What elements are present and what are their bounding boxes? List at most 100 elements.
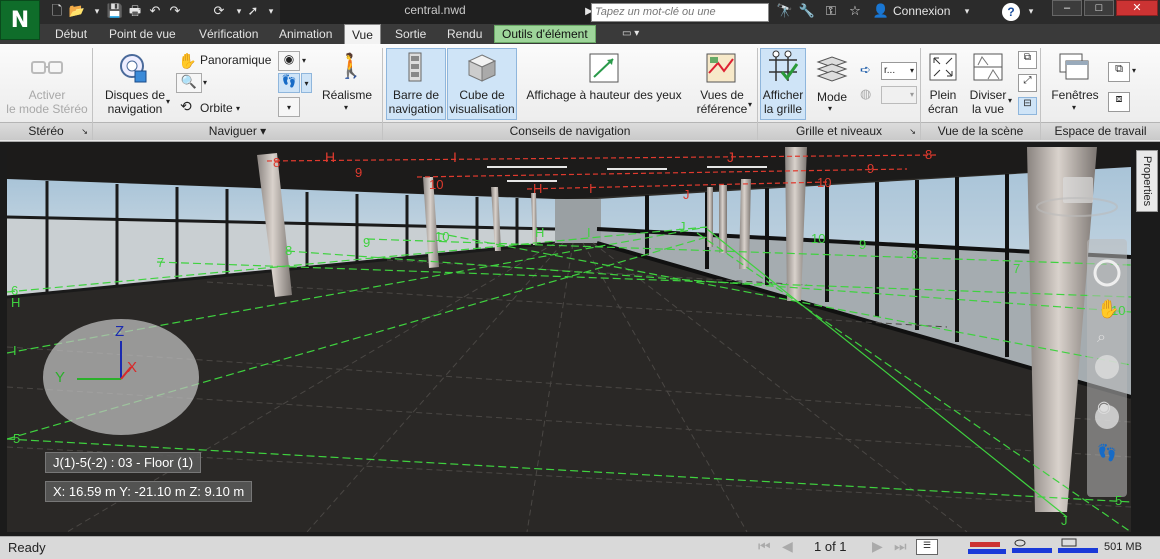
select-cursor-icon[interactable]: ➚ bbox=[244, 3, 262, 21]
level-dropdown[interactable]: r... ▾ bbox=[881, 62, 917, 80]
close-button[interactable]: ✕ bbox=[1116, 0, 1158, 16]
tab-debut[interactable]: Début bbox=[48, 24, 94, 44]
dropdown-icon[interactable]: ▾ bbox=[1132, 66, 1136, 75]
search-input[interactable]: Tapez un mot-clé ou une expression bbox=[591, 3, 769, 35]
maximize-button[interactable]: □ bbox=[1084, 0, 1114, 16]
panel-title-naviguer[interactable]: Naviguer ▾ bbox=[93, 122, 382, 140]
dropdown-icon[interactable]: ▾ bbox=[301, 73, 312, 93]
tab-point-de-vue[interactable]: Point de vue bbox=[102, 24, 183, 44]
print-icon[interactable]: 🖶 bbox=[126, 3, 144, 21]
refresh-icon[interactable]: ⟳ bbox=[210, 3, 228, 21]
tab-animation[interactable]: Animation bbox=[272, 24, 339, 44]
grid-label-red: 8 bbox=[925, 147, 933, 162]
dropdown-icon[interactable]: ▾ bbox=[166, 97, 170, 106]
page-indicator: 1 of 1 bbox=[814, 539, 847, 554]
expand-icon[interactable]: ⤢ bbox=[1018, 74, 1037, 92]
dropdown-icon[interactable]: ▾ bbox=[203, 78, 207, 87]
next-page-icon[interactable]: ▶ bbox=[872, 538, 883, 555]
dropdown-icon[interactable]: ▾ bbox=[828, 104, 832, 113]
tab-rendu[interactable]: Rendu bbox=[440, 24, 489, 44]
plein-ecran-label-2[interactable]: écran bbox=[922, 102, 964, 116]
key-icon[interactable]: ⚿ bbox=[822, 3, 840, 21]
tab-outils-element[interactable]: Outils d'élément bbox=[494, 25, 596, 43]
star-icon[interactable]: ☆ bbox=[846, 3, 864, 21]
login-link[interactable]: Connexion bbox=[893, 4, 950, 18]
grid-label-green: 10 bbox=[435, 229, 450, 244]
dropdown-icon[interactable]: ▾ bbox=[344, 103, 348, 112]
look-around-icon[interactable]: ◉ bbox=[278, 51, 300, 71]
pan-hand-icon[interactable]: ✋ bbox=[178, 52, 197, 70]
disques-navigation-label-2[interactable]: navigation bbox=[100, 102, 170, 116]
save-icon[interactable]: 💾 bbox=[106, 3, 124, 21]
ribbon-options-icon[interactable]: ▭ ▾ bbox=[622, 28, 639, 39]
tab-sortie[interactable]: Sortie bbox=[388, 24, 433, 44]
disques-navigation-label[interactable]: Disques de bbox=[100, 88, 170, 102]
grid-label-green: I bbox=[587, 225, 591, 240]
binoculars-icon[interactable]: 🔭 bbox=[776, 3, 794, 21]
realisme-button[interactable]: Réalisme bbox=[318, 88, 376, 102]
vues-reference-label[interactable]: Vues de bbox=[692, 88, 752, 102]
fenetres-button[interactable]: Fenêtres bbox=[1046, 88, 1104, 102]
orbite-button[interactable]: Orbite bbox=[200, 101, 233, 115]
workspace-save-icon[interactable]: ⧈ bbox=[1108, 92, 1130, 112]
properties-tab[interactable]: Properties bbox=[1136, 150, 1158, 212]
orbit-icon[interactable]: ⟲ bbox=[180, 98, 192, 115]
help-icon[interactable]: ? bbox=[1002, 3, 1020, 21]
3d-viewport[interactable]: 8 H I J 8 9 10 H I J 9 10 7 6 H 8 9 10 H… bbox=[7, 147, 1131, 532]
new-file-icon[interactable]: 🗋 bbox=[48, 3, 66, 21]
dropdown-icon: ▾ bbox=[909, 66, 914, 75]
first-page-icon[interactable]: ⏮ bbox=[758, 538, 771, 555]
tools-icon[interactable]: 🔧 bbox=[798, 3, 816, 21]
dropdown-icon[interactable]: ▾ bbox=[1022, 3, 1040, 21]
open-folder-icon[interactable]: 📂 bbox=[68, 3, 86, 21]
grid-mode-icon bbox=[816, 54, 848, 84]
barre-navigation-label-2: navigation bbox=[388, 102, 444, 116]
walk-icon[interactable]: 👣 bbox=[1097, 443, 1117, 463]
mode-button[interactable]: Mode bbox=[812, 90, 852, 104]
tile-horizontal-icon[interactable]: ⊟ bbox=[1018, 97, 1037, 115]
walk-icon[interactable]: 👣 bbox=[278, 73, 300, 93]
redo-icon[interactable]: ↷ bbox=[166, 3, 184, 21]
dropdown-icon[interactable]: ▾ bbox=[262, 3, 280, 21]
window-tile-icon[interactable]: ⧉ bbox=[1018, 51, 1037, 69]
tab-vue[interactable]: Vue bbox=[344, 24, 381, 44]
vues-reference-label-2[interactable]: référence bbox=[692, 102, 752, 116]
realism-figure-icon: 🚶 bbox=[336, 53, 366, 80]
stereo-glasses-icon bbox=[30, 56, 64, 80]
user-icon[interactable]: 👤 bbox=[872, 3, 890, 21]
sheet-browser-icon[interactable]: ☰ bbox=[916, 539, 938, 555]
afficher-grille-label-2: la grille bbox=[763, 102, 802, 116]
stereo-button-label-2[interactable]: le mode Stéréo bbox=[4, 102, 90, 116]
pan-hand-icon[interactable]: ✋ bbox=[1097, 299, 1119, 320]
tab-verification[interactable]: Vérification bbox=[192, 24, 265, 44]
zoom-icon[interactable]: ⌕ bbox=[1097, 329, 1106, 347]
undo-icon[interactable]: ↶ bbox=[146, 3, 164, 21]
dropdown-icon[interactable]: ▾ bbox=[748, 100, 752, 109]
last-page-icon[interactable]: ⏭ bbox=[894, 538, 907, 555]
stereo-button-label[interactable]: Activer bbox=[4, 88, 90, 102]
panel-launcher-icon[interactable]: ↘ bbox=[909, 123, 916, 140]
panoramique-button[interactable]: Panoramique bbox=[200, 53, 271, 67]
level-dropdown-value: r... bbox=[884, 65, 896, 76]
dropdown-icon[interactable]: ▾ bbox=[278, 97, 300, 117]
diviser-vue-label-2[interactable]: la vue bbox=[966, 102, 1010, 116]
panel-launcher-icon[interactable]: ↘ bbox=[81, 123, 88, 140]
dropdown-icon[interactable]: ▾ bbox=[302, 56, 306, 65]
diviser-vue-label[interactable]: Diviser bbox=[966, 88, 1010, 102]
look-icon[interactable]: ◉ bbox=[1097, 397, 1111, 417]
workspace-load-icon[interactable]: ⧉ bbox=[1108, 62, 1130, 82]
affichage-hauteur-yeux-button[interactable]: Affichage à hauteur des yeux bbox=[524, 88, 684, 102]
previous-page-icon[interactable]: ◀ bbox=[782, 538, 793, 555]
plein-ecran-label[interactable]: Plein bbox=[922, 88, 964, 102]
dropdown-icon[interactable]: ▾ bbox=[1072, 103, 1076, 112]
zoom-icon[interactable]: 🔍 bbox=[176, 73, 202, 93]
dropdown-icon[interactable]: ▾ bbox=[1008, 96, 1012, 105]
network-progress-icon bbox=[1058, 538, 1098, 554]
scene-render bbox=[7, 147, 1131, 532]
dropdown-icon[interactable]: ▾ bbox=[958, 3, 976, 21]
minimize-button[interactable]: – bbox=[1052, 0, 1082, 16]
dropdown-icon[interactable]: ▾ bbox=[88, 3, 106, 21]
view-cube-icon bbox=[466, 52, 498, 84]
dropdown-icon[interactable]: ▾ bbox=[236, 104, 240, 113]
app-logo-button[interactable]: N bbox=[0, 0, 40, 40]
